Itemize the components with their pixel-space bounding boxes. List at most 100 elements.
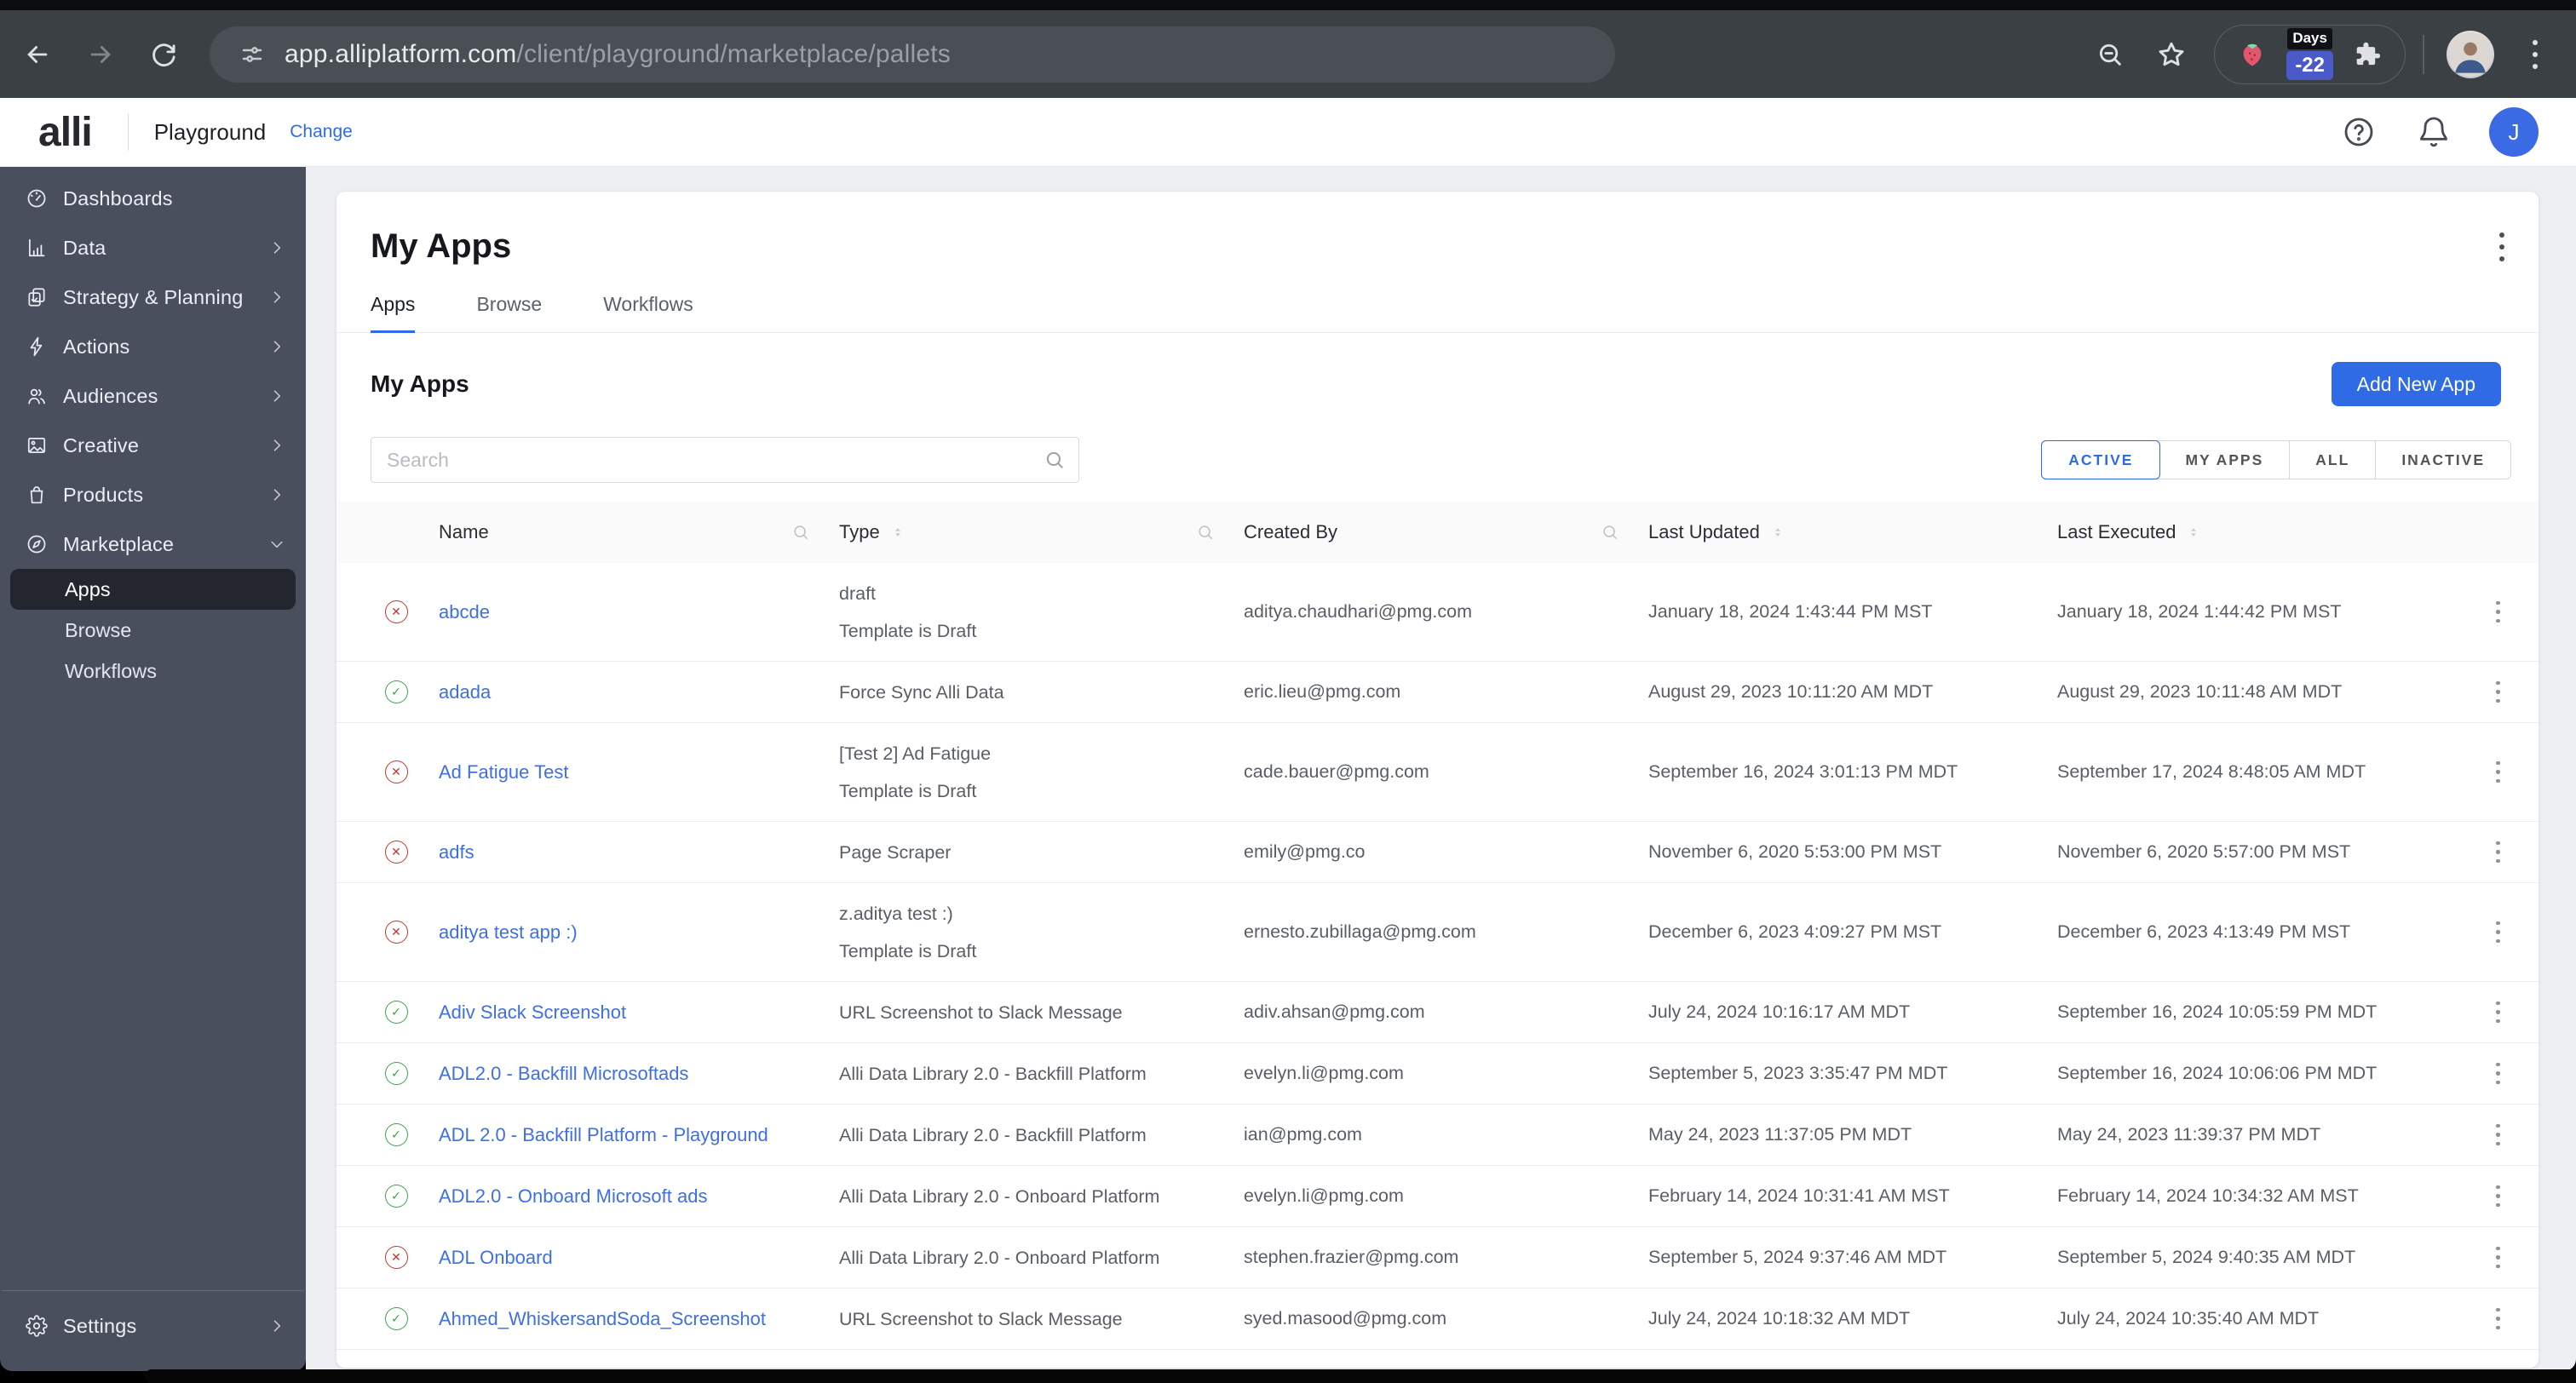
created-by: ernesto.zubillaga@pmg.com: [1244, 921, 1476, 942]
sidebar-subitem-browse[interactable]: Browse: [10, 610, 296, 651]
bookmark-star-icon[interactable]: [2153, 36, 2190, 73]
row-menu-icon[interactable]: [2458, 760, 2539, 783]
app-name-link[interactable]: Ad Fatigue Test: [439, 761, 839, 783]
row-menu-icon[interactable]: [2458, 680, 2539, 703]
notifications-bell-icon[interactable]: [2414, 112, 2453, 152]
table-row: ✓ Adiv Slack Screenshot URL Screenshot to …: [336, 982, 2539, 1043]
tab-browse[interactable]: Browse: [476, 293, 542, 332]
app-name-link[interactable]: abcde: [439, 601, 839, 623]
row-menu-icon[interactable]: [2458, 921, 2539, 944]
add-new-app-button[interactable]: Add New App: [2331, 362, 2501, 406]
last-executed: September 5, 2024 9:40:35 AM MDT: [2057, 1247, 2356, 1267]
app-type-line: [Test 2] Ad Fatigue: [839, 743, 992, 764]
search-input[interactable]: [371, 437, 1079, 483]
browser-back-icon[interactable]: [19, 36, 56, 73]
filter-inactive[interactable]: INACTIVE: [2376, 441, 2510, 479]
row-menu-icon[interactable]: [2458, 1307, 2539, 1330]
chevron-right-icon: [268, 1317, 285, 1334]
filter-my-apps[interactable]: MY APPS: [2159, 441, 2291, 479]
app-type-line: Alli Data Library 2.0 - Backfill Platfor…: [839, 1124, 1147, 1145]
column-header-type[interactable]: Type: [839, 521, 1244, 543]
column-label: Type: [839, 521, 880, 542]
sidebar-subitem-workflows[interactable]: Workflows: [10, 651, 296, 692]
column-search-icon[interactable]: [1196, 523, 1215, 542]
kebab-dots: [2496, 1185, 2500, 1208]
table-row: ✓ Ahmed_WhiskersandSoda_Screenshot URL Scr…: [336, 1288, 2539, 1350]
kebab-dots: [2533, 39, 2538, 69]
app-type-line: URL Screenshot to Slack Message: [839, 1001, 1123, 1023]
sidebar-subitem-apps[interactable]: Apps: [10, 569, 296, 610]
last-executed: January 18, 2024 1:44:42 PM MST: [2057, 601, 2342, 622]
tab-apps[interactable]: Apps: [371, 293, 416, 333]
extensions-puzzle-icon[interactable]: [2349, 36, 2386, 73]
strawberry-extension-icon[interactable]: [2234, 36, 2271, 73]
app-type-line: Template is Draft: [839, 940, 977, 961]
app-name-link[interactable]: Adiv Slack Screenshot: [439, 1001, 839, 1024]
row-menu-icon[interactable]: [2458, 1001, 2539, 1024]
sidebar-item-products[interactable]: Products: [0, 470, 306, 519]
sort-carets-icon[interactable]: [890, 525, 906, 540]
change-workspace-link[interactable]: Change: [290, 122, 353, 142]
help-icon[interactable]: [2339, 112, 2378, 152]
status-ok-icon: ✓: [384, 1307, 408, 1330]
app-type: Alli Data Library 2.0 - Backfill Platfor…: [839, 1116, 1244, 1154]
column-header-name[interactable]: Name: [439, 521, 839, 543]
last-updated: January 18, 2024 1:43:44 PM MST: [1648, 601, 1933, 622]
sidebar-item-dashboards[interactable]: Dashboards: [0, 174, 306, 223]
sidebar-item-strategy-planning[interactable]: Strategy & Planning: [0, 273, 306, 322]
column-header-last-updated[interactable]: Last Updated: [1648, 521, 2057, 543]
row-menu-icon[interactable]: [2458, 1123, 2539, 1146]
column-search-icon[interactable]: [791, 523, 810, 542]
kebab-dots: [2496, 680, 2500, 703]
filter-active[interactable]: ACTIVE: [2041, 440, 2161, 479]
last-updated: December 6, 2023 4:09:27 PM MST: [1648, 921, 1942, 942]
app-name-link[interactable]: ADL 2.0 - Backfill Platform - Playground: [439, 1124, 839, 1146]
app-name-link[interactable]: ADL2.0 - Onboard Microsoft ads: [439, 1185, 839, 1208]
kebab-dots: [2496, 921, 2500, 944]
app-name-link[interactable]: adada: [439, 681, 839, 703]
column-header-created-by[interactable]: Created By: [1244, 521, 1648, 543]
browser-menu-icon[interactable]: [2516, 36, 2554, 73]
chevron-right-icon: [268, 387, 285, 405]
last-executed: August 29, 2023 10:11:48 AM MDT: [2057, 681, 2343, 702]
sidebar-item-settings[interactable]: Settings: [0, 1301, 306, 1351]
sidebar-item-actions[interactable]: Actions: [0, 322, 306, 371]
sidebar-item-data[interactable]: Data: [0, 223, 306, 273]
sidebar-item-audiences[interactable]: Audiences: [0, 371, 306, 421]
header-right-cluster: J: [2303, 107, 2539, 157]
sidebar-item-creative[interactable]: Creative: [0, 421, 306, 470]
user-avatar[interactable]: J: [2489, 107, 2539, 157]
browser-reload-icon[interactable]: [145, 36, 182, 73]
filter-all[interactable]: ALL: [2290, 441, 2377, 479]
sort-carets-icon[interactable]: [2186, 525, 2201, 540]
app-name-link[interactable]: ADL Onboard: [439, 1247, 839, 1269]
browser-forward-icon[interactable]: [82, 36, 119, 73]
toolbar-right-cluster: Days -22: [2091, 24, 2554, 84]
table-header-row: Name Type Created By Last Updated Last Execu…: [336, 502, 2539, 563]
row-menu-icon[interactable]: [2458, 1185, 2539, 1208]
app-name-link[interactable]: Ahmed_WhiskersandSoda_Screenshot: [439, 1308, 839, 1330]
browser-profile-avatar[interactable]: [2447, 30, 2494, 78]
row-menu-icon[interactable]: [2458, 1246, 2539, 1269]
url-text[interactable]: app.alliplatform.com/client/playground/m…: [285, 40, 951, 69]
alli-logo[interactable]: alli: [38, 109, 93, 156]
sort-carets-icon[interactable]: [1770, 525, 1785, 540]
chevron-right-icon: [268, 239, 285, 256]
app-name-link[interactable]: adfs: [439, 841, 839, 864]
app-type-line: Alli Data Library 2.0 - Backfill Platfor…: [839, 1063, 1147, 1084]
card-menu-icon[interactable]: [2499, 232, 2504, 261]
site-settings-icon[interactable]: [233, 36, 271, 73]
column-header-last-executed[interactable]: Last Executed: [2057, 521, 2458, 543]
column-search-icon[interactable]: [1601, 523, 1619, 542]
row-menu-icon[interactable]: [2458, 841, 2539, 864]
days-counter-extension[interactable]: Days -22: [2286, 28, 2333, 80]
row-menu-icon[interactable]: [2458, 1062, 2539, 1085]
sidebar-item-marketplace[interactable]: Marketplace: [0, 519, 306, 569]
zoom-out-icon[interactable]: [2091, 36, 2129, 73]
tab-workflows[interactable]: Workflows: [603, 293, 693, 332]
row-menu-icon[interactable]: [2458, 600, 2539, 623]
app-name-link[interactable]: ADL2.0 - Backfill Microsoftads: [439, 1063, 839, 1085]
app-name-link[interactable]: aditya test app :): [439, 921, 839, 944]
search-icon[interactable]: [1044, 449, 1066, 475]
address-bar[interactable]: app.alliplatform.com/client/playground/m…: [210, 26, 1615, 83]
